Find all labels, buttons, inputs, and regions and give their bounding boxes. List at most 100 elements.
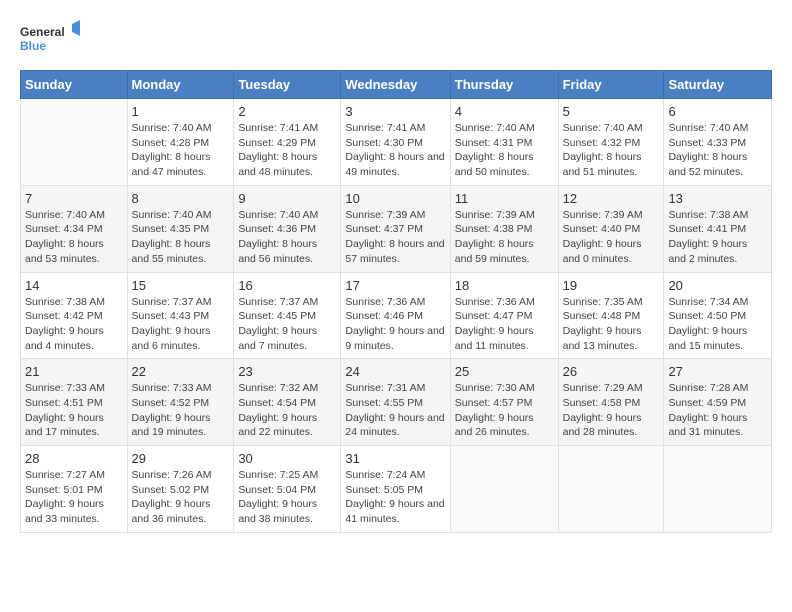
calendar-cell: 16 Sunrise: 7:37 AM Sunset: 4:45 PM Dayli…	[234, 272, 341, 359]
calendar-cell: 23 Sunrise: 7:32 AM Sunset: 4:54 PM Dayli…	[234, 359, 341, 446]
day-number: 31	[345, 451, 445, 466]
day-number: 1	[132, 104, 230, 119]
day-number: 3	[345, 104, 445, 119]
day-number: 10	[345, 191, 445, 206]
day-number: 29	[132, 451, 230, 466]
day-info: Sunrise: 7:30 AM Sunset: 4:57 PM Dayligh…	[455, 381, 554, 440]
calendar-cell	[664, 446, 772, 533]
calendar-week-row: 28 Sunrise: 7:27 AM Sunset: 5:01 PM Dayli…	[21, 446, 772, 533]
calendar-cell: 14 Sunrise: 7:38 AM Sunset: 4:42 PM Dayli…	[21, 272, 128, 359]
svg-text:General: General	[20, 25, 65, 39]
calendar-table: SundayMondayTuesdayWednesdayThursdayFrid…	[20, 70, 772, 533]
calendar-cell: 31Sunrise: 7:24 AM Sunset: 5:05 PM Dayli…	[341, 446, 450, 533]
day-number: 2	[238, 104, 336, 119]
day-info: Sunrise: 7:35 AM Sunset: 4:48 PM Dayligh…	[563, 295, 660, 354]
logo: General Blue	[20, 20, 80, 60]
day-info: Sunrise: 7:27 AM Sunset: 5:01 PM Dayligh…	[25, 468, 123, 527]
calendar-week-row: 7 Sunrise: 7:40 AM Sunset: 4:34 PM Daylig…	[21, 185, 772, 272]
day-info: Sunrise: 7:40 AM Sunset: 4:31 PM Dayligh…	[455, 121, 554, 180]
calendar-cell: 17 Sunrise: 7:36 AM Sunset: 4:46 PM Dayli…	[341, 272, 450, 359]
calendar-week-row: 21Sunrise: 7:33 AM Sunset: 4:51 PM Dayli…	[21, 359, 772, 446]
calendar-cell: 1 Sunrise: 7:40 AM Sunset: 4:28 PM Daylig…	[127, 99, 234, 186]
day-info: Sunrise: 7:37 AM Sunset: 4:45 PM Dayligh…	[238, 295, 336, 354]
day-info: Sunrise: 7:39 AM Sunset: 4:37 PM Dayligh…	[345, 208, 445, 267]
day-number: 7	[25, 191, 123, 206]
day-number: 4	[455, 104, 554, 119]
weekday-header-monday: Monday	[127, 71, 234, 99]
day-info: Sunrise: 7:29 AM Sunset: 4:58 PM Dayligh…	[563, 381, 660, 440]
calendar-week-row: 14 Sunrise: 7:38 AM Sunset: 4:42 PM Dayli…	[21, 272, 772, 359]
calendar-cell: 15Sunrise: 7:37 AM Sunset: 4:43 PM Dayli…	[127, 272, 234, 359]
weekday-header-thursday: Thursday	[450, 71, 558, 99]
calendar-cell: 26 Sunrise: 7:29 AM Sunset: 4:58 PM Dayli…	[558, 359, 664, 446]
day-number: 21	[25, 364, 123, 379]
day-info: Sunrise: 7:40 AM Sunset: 4:32 PM Dayligh…	[563, 121, 660, 180]
logo-svg: General Blue	[20, 20, 80, 60]
day-number: 22	[132, 364, 230, 379]
day-number: 18	[455, 278, 554, 293]
day-number: 28	[25, 451, 123, 466]
day-info: Sunrise: 7:39 AM Sunset: 4:40 PM Dayligh…	[563, 208, 660, 267]
day-info: Sunrise: 7:40 AM Sunset: 4:28 PM Dayligh…	[132, 121, 230, 180]
day-number: 14	[25, 278, 123, 293]
day-info: Sunrise: 7:26 AM Sunset: 5:02 PM Dayligh…	[132, 468, 230, 527]
header: General Blue	[20, 20, 772, 60]
calendar-cell: 22 Sunrise: 7:33 AM Sunset: 4:52 PM Dayli…	[127, 359, 234, 446]
calendar-cell: 3Sunrise: 7:41 AM Sunset: 4:30 PM Daylig…	[341, 99, 450, 186]
day-info: Sunrise: 7:25 AM Sunset: 5:04 PM Dayligh…	[238, 468, 336, 527]
calendar-cell: 27 Sunrise: 7:28 AM Sunset: 4:59 PM Dayli…	[664, 359, 772, 446]
calendar-cell	[450, 446, 558, 533]
day-number: 25	[455, 364, 554, 379]
day-number: 26	[563, 364, 660, 379]
day-number: 8	[132, 191, 230, 206]
day-number: 13	[668, 191, 767, 206]
day-number: 16	[238, 278, 336, 293]
day-info: Sunrise: 7:33 AM Sunset: 4:52 PM Dayligh…	[132, 381, 230, 440]
day-info: Sunrise: 7:38 AM Sunset: 4:41 PM Dayligh…	[668, 208, 767, 267]
weekday-header-wednesday: Wednesday	[341, 71, 450, 99]
calendar-cell: 4 Sunrise: 7:40 AM Sunset: 4:31 PM Daylig…	[450, 99, 558, 186]
day-number: 24	[345, 364, 445, 379]
calendar-cell: 8 Sunrise: 7:40 AM Sunset: 4:35 PM Daylig…	[127, 185, 234, 272]
calendar-cell: 9Sunrise: 7:40 AM Sunset: 4:36 PM Daylig…	[234, 185, 341, 272]
day-info: Sunrise: 7:40 AM Sunset: 4:33 PM Dayligh…	[668, 121, 767, 180]
calendar-cell: 21Sunrise: 7:33 AM Sunset: 4:51 PM Dayli…	[21, 359, 128, 446]
day-info: Sunrise: 7:40 AM Sunset: 4:34 PM Dayligh…	[25, 208, 123, 267]
calendar-cell: 25 Sunrise: 7:30 AM Sunset: 4:57 PM Dayli…	[450, 359, 558, 446]
day-number: 23	[238, 364, 336, 379]
day-number: 20	[668, 278, 767, 293]
weekday-header-saturday: Saturday	[664, 71, 772, 99]
weekday-header-row: SundayMondayTuesdayWednesdayThursdayFrid…	[21, 71, 772, 99]
day-info: Sunrise: 7:41 AM Sunset: 4:29 PM Dayligh…	[238, 121, 336, 180]
calendar-cell: 18Sunrise: 7:36 AM Sunset: 4:47 PM Dayli…	[450, 272, 558, 359]
calendar-week-row: 1 Sunrise: 7:40 AM Sunset: 4:28 PM Daylig…	[21, 99, 772, 186]
weekday-header-sunday: Sunday	[21, 71, 128, 99]
day-info: Sunrise: 7:32 AM Sunset: 4:54 PM Dayligh…	[238, 381, 336, 440]
calendar-cell: 2 Sunrise: 7:41 AM Sunset: 4:29 PM Daylig…	[234, 99, 341, 186]
day-number: 17	[345, 278, 445, 293]
calendar-cell: 29 Sunrise: 7:26 AM Sunset: 5:02 PM Dayli…	[127, 446, 234, 533]
day-info: Sunrise: 7:38 AM Sunset: 4:42 PM Dayligh…	[25, 295, 123, 354]
day-number: 11	[455, 191, 554, 206]
calendar-cell	[558, 446, 664, 533]
weekday-header-tuesday: Tuesday	[234, 71, 341, 99]
calendar-cell: 10 Sunrise: 7:39 AM Sunset: 4:37 PM Dayli…	[341, 185, 450, 272]
day-info: Sunrise: 7:34 AM Sunset: 4:50 PM Dayligh…	[668, 295, 767, 354]
day-number: 30	[238, 451, 336, 466]
calendar-cell: 13 Sunrise: 7:38 AM Sunset: 4:41 PM Dayli…	[664, 185, 772, 272]
day-info: Sunrise: 7:31 AM Sunset: 4:55 PM Dayligh…	[345, 381, 445, 440]
day-number: 12	[563, 191, 660, 206]
day-number: 19	[563, 278, 660, 293]
calendar-cell: 28 Sunrise: 7:27 AM Sunset: 5:01 PM Dayli…	[21, 446, 128, 533]
weekday-header-friday: Friday	[558, 71, 664, 99]
day-info: Sunrise: 7:40 AM Sunset: 4:36 PM Dayligh…	[238, 208, 336, 267]
calendar-cell: 11Sunrise: 7:39 AM Sunset: 4:38 PM Dayli…	[450, 185, 558, 272]
day-number: 15	[132, 278, 230, 293]
day-info: Sunrise: 7:28 AM Sunset: 4:59 PM Dayligh…	[668, 381, 767, 440]
calendar-cell: 7 Sunrise: 7:40 AM Sunset: 4:34 PM Daylig…	[21, 185, 128, 272]
day-info: Sunrise: 7:40 AM Sunset: 4:35 PM Dayligh…	[132, 208, 230, 267]
calendar-cell: 20 Sunrise: 7:34 AM Sunset: 4:50 PM Dayli…	[664, 272, 772, 359]
calendar-cell: 5Sunrise: 7:40 AM Sunset: 4:32 PM Daylig…	[558, 99, 664, 186]
day-info: Sunrise: 7:36 AM Sunset: 4:46 PM Dayligh…	[345, 295, 445, 354]
day-number: 27	[668, 364, 767, 379]
